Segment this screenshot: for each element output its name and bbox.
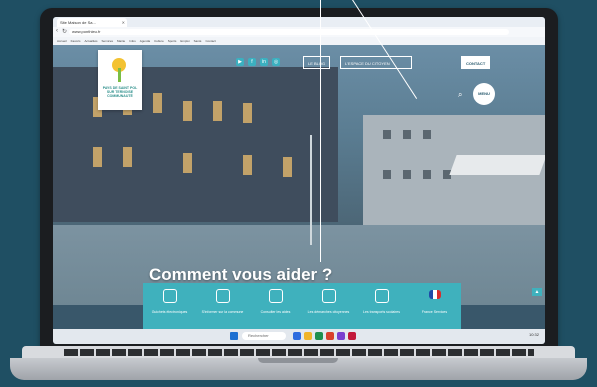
taskbar-clock: 10:32 — [528, 332, 539, 337]
app-icon[interactable] — [315, 332, 323, 340]
laptop-notch — [258, 358, 338, 363]
document-icon — [215, 289, 230, 303]
contact-button[interactable]: CONTACT — [461, 56, 491, 69]
taskbar: Rechercher 10:32 — [53, 329, 545, 344]
menu-button[interactable]: MENU — [473, 83, 495, 105]
france-flag-icon — [428, 290, 441, 299]
bookmark-item[interactable]: Sports — [168, 39, 177, 43]
tab-title: Site Maison de Sa... — [60, 20, 96, 25]
hand-icon — [268, 289, 283, 303]
screen: Site Maison de Sa... ✕ ‹ ↻ www.ponthieu.… — [53, 17, 545, 344]
people-icon — [321, 289, 336, 303]
close-icon[interactable]: ✕ — [122, 18, 125, 27]
bookmark-item[interactable]: Services — [102, 39, 114, 43]
browser-tab[interactable]: Site Maison de Sa... ✕ — [57, 18, 127, 27]
keyboard — [64, 349, 534, 356]
citizen-space-button[interactable]: L'ESPACE DU CITOYEN — [340, 56, 412, 69]
annotation-line — [320, 0, 321, 262]
bookmark-item[interactable]: Mairie — [117, 39, 125, 43]
facebook-icon[interactable]: f — [248, 58, 256, 66]
youtube-icon[interactable]: ▶ — [236, 58, 244, 66]
building-photo — [53, 67, 338, 222]
windows-start-icon[interactable] — [230, 332, 238, 340]
social-links: ▶ f in ◎ — [236, 58, 280, 66]
bookmark-item[interactable]: Infos — [129, 39, 136, 43]
bookmark-item[interactable]: Accueil — [57, 39, 67, 43]
help-item[interactable]: Les démarches citoyennes — [302, 283, 355, 329]
help-item[interactable]: Guichets électroniques — [143, 283, 196, 329]
app-icon[interactable] — [337, 332, 345, 340]
linkedin-icon[interactable]: in — [260, 58, 268, 66]
bookmark-item[interactable]: Agenda — [140, 39, 150, 43]
help-item[interactable]: France Services — [408, 283, 461, 329]
computer-icon — [162, 289, 177, 303]
logo-text: PAYS DE SAINT POL SUR TERNOISE COMMUNAUT… — [102, 86, 138, 98]
scroll-up-button[interactable]: ▲ — [532, 288, 542, 296]
bookmark-item[interactable]: Emploi — [180, 39, 189, 43]
refresh-icon[interactable]: ↻ — [62, 28, 67, 35]
bookmark-item[interactable]: Actualités — [85, 39, 98, 43]
bookmark-item[interactable]: Favoris — [71, 39, 81, 43]
bookmark-item[interactable]: Culture — [154, 39, 164, 43]
help-item[interactable]: Les transports scolaires — [355, 283, 408, 329]
help-bar: Guichets électroniques S'informer sur la… — [143, 283, 461, 329]
address-bar[interactable]: www.ponthieu.fr — [69, 29, 509, 35]
instagram-icon[interactable]: ◎ — [272, 58, 280, 66]
browser-tabbar: Site Maison de Sa... ✕ — [53, 17, 545, 27]
search-icon[interactable]: ⌕ — [458, 90, 467, 99]
help-item[interactable]: Consulter les aides — [249, 283, 302, 329]
page-headline: Comment vous aider ? — [149, 265, 333, 284]
app-icon[interactable] — [293, 332, 301, 340]
back-icon[interactable]: ‹ — [56, 28, 58, 34]
folder-icon[interactable] — [304, 332, 312, 340]
bookmarks-bar: Accueil Favoris Actualités Services Mair… — [53, 37, 545, 45]
app-icon[interactable] — [326, 332, 334, 340]
plant-icon — [118, 68, 121, 82]
bus-icon — [374, 289, 389, 303]
taskbar-apps — [293, 332, 356, 340]
bookmark-item[interactable]: Contact — [205, 39, 215, 43]
site-logo[interactable]: PAYS DE SAINT POL SUR TERNOISE COMMUNAUT… — [98, 50, 142, 110]
bookmark-item[interactable]: Santé — [194, 39, 202, 43]
app-icon[interactable] — [348, 332, 356, 340]
taskbar-search[interactable]: Rechercher — [242, 332, 286, 340]
help-item[interactable]: S'informer sur la commune — [196, 283, 249, 329]
awning — [449, 155, 545, 175]
browser-toolbar: ‹ ↻ www.ponthieu.fr — [53, 27, 545, 37]
blog-button[interactable]: LE BLOG — [303, 56, 331, 69]
lamp-pole — [310, 135, 312, 245]
